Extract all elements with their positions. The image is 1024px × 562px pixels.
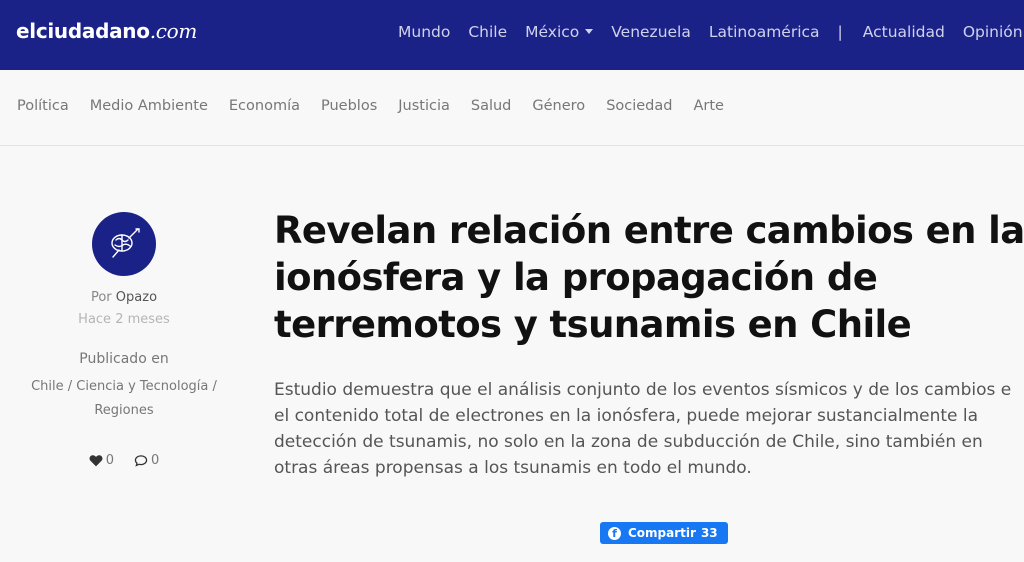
author-byline: Por Opazo (24, 290, 224, 305)
post-category-regiones[interactable]: Regiones (94, 403, 153, 418)
title-line: terremotos y tsunamis en Chile (274, 303, 912, 346)
category-politica[interactable]: Política (17, 98, 69, 114)
site-logo[interactable]: elciudadano.com (16, 19, 197, 43)
share-count: 33 (700, 526, 718, 540)
post-categories: Chile / Ciencia y Tecnología / Regiones (24, 375, 224, 423)
post-time: Hace 2 meses (78, 312, 170, 327)
nav-item-actualidad[interactable]: Actualidad (863, 23, 945, 41)
article-meta-sidebar: Por Opazo Hace 2 meses Publicado en Chil… (24, 212, 224, 468)
byline-prefix: Por (90, 290, 112, 305)
lead-line: otras áreas propensas a los tsunamis en … (274, 458, 752, 478)
like-count: 0 (105, 453, 114, 468)
category-pueblos[interactable]: Pueblos (321, 98, 377, 114)
like-button[interactable]: 0 (89, 453, 114, 468)
article-lead: Estudio demuestra que el análisis conjun… (274, 377, 1024, 481)
category-separator: / (63, 379, 77, 394)
comment-icon (134, 455, 148, 467)
heart-icon (89, 455, 103, 467)
category-separator: / (208, 379, 217, 394)
caret-down-icon (585, 29, 594, 34)
nav-item-mexico-dropdown[interactable]: México (525, 23, 594, 41)
category-genero[interactable]: Género (532, 98, 585, 114)
share-label: Compartir (628, 526, 696, 540)
nav-item-mundo[interactable]: Mundo (398, 23, 450, 41)
comments-button[interactable]: 0 (134, 453, 159, 468)
nav-separator: | (837, 23, 843, 41)
post-stats: 0 0 (24, 453, 224, 468)
nav-item-venezuela[interactable]: Venezuela (611, 23, 691, 41)
post-category-ciencia[interactable]: Ciencia y Tecnología (76, 379, 208, 394)
nav-item-latinoamerica[interactable]: Latinoamérica (709, 23, 820, 41)
comment-count: 0 (151, 453, 160, 468)
author-name[interactable]: Opazo (116, 290, 157, 305)
category-medio-ambiente[interactable]: Medio Ambiente (90, 98, 208, 114)
title-line: ionósfera y la propagación de (274, 256, 878, 299)
author-avatar[interactable] (92, 212, 156, 276)
main-nav: Mundo Chile México Venezuela Latinoaméri… (398, 23, 1024, 41)
lead-line: detección de tsunamis, no solo en la zon… (274, 432, 983, 452)
logo-name: elciudadano (16, 19, 150, 43)
category-economia[interactable]: Economía (229, 98, 300, 114)
article-title: Revelan relación entre cambios en la ion… (274, 207, 1024, 348)
facebook-icon: f (608, 526, 621, 540)
category-nav: Política Medio Ambiente Economía Pueblos… (17, 98, 745, 114)
nav-item-opinion[interactable]: Opinión (963, 23, 1023, 41)
logo-suffix: .com (149, 19, 198, 43)
facebook-share-button[interactable]: f Compartir 33 (600, 522, 728, 544)
top-navbar: elciudadano.com Mundo Chile México Venez… (0, 0, 1024, 70)
title-line: Revelan relación entre cambios en la (274, 209, 1024, 252)
category-bar: Política Medio Ambiente Economía Pueblos… (0, 70, 1024, 146)
nav-item-chile[interactable]: Chile (468, 23, 507, 41)
category-arte[interactable]: Arte (693, 98, 724, 114)
lead-line: Estudio demuestra que el análisis conjun… (274, 380, 1012, 400)
category-justicia[interactable]: Justicia (398, 98, 450, 114)
post-category-chile[interactable]: Chile (31, 379, 64, 394)
nav-item-mexico-label: México (525, 23, 580, 41)
brain-logo-icon (111, 228, 140, 258)
category-sociedad[interactable]: Sociedad (606, 98, 672, 114)
published-in-label: Publicado en (79, 351, 169, 367)
category-salud[interactable]: Salud (471, 98, 512, 114)
lead-line: el contenido total de electrones en la i… (274, 406, 979, 426)
